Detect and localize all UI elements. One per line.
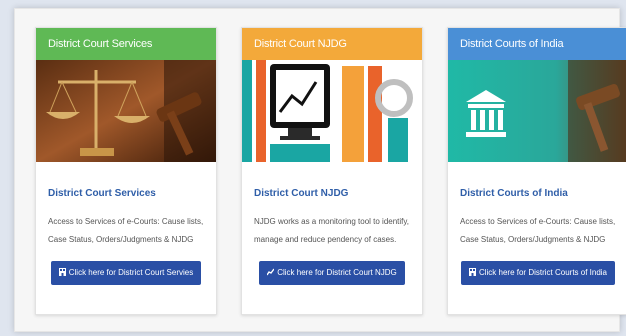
building-icon <box>58 268 66 276</box>
card-description: Access to Services of e-Courts: Cause li… <box>460 217 616 244</box>
district-court-njdg-button[interactable]: Click here for District Court NJDG <box>259 261 405 285</box>
card-header: District Court NJDG <box>242 28 422 60</box>
services-panel: District Court Services District Court S… <box>14 8 626 332</box>
chart-icon <box>267 268 275 276</box>
courthouse-gavel-image <box>448 60 626 162</box>
district-courts-of-india-button[interactable]: Click here for District Courts of India <box>460 261 616 285</box>
card-header: District Court Services <box>36 28 216 60</box>
card-district-court-services: District Court Services District Court S… <box>35 27 217 315</box>
card-district-court-njdg: District Court NJDG District Court NJDG … <box>241 27 423 315</box>
card-district-courts-of-india: District Courts of India District Courts… <box>447 27 626 315</box>
card-title: District Court NJDG <box>254 188 349 199</box>
building-icon <box>468 268 476 276</box>
card-title: District Courts of India <box>460 188 568 199</box>
card-description: NJDG works as a monitoring tool to ident… <box>254 217 410 244</box>
card-description: Access to Services of e-Courts: Cause li… <box>48 217 204 244</box>
button-label: Click here for District Courts of India <box>478 268 608 277</box>
card-header: District Courts of India <box>448 28 626 60</box>
button-label: Click here for District Court NJDG <box>277 268 397 277</box>
button-label: Click here for District Court Servies <box>68 268 194 277</box>
card-title: District Court Services <box>48 188 156 199</box>
monitoring-chart-image <box>242 60 422 162</box>
district-court-services-button[interactable]: Click here for District Court Servies <box>50 261 202 285</box>
justice-scales-gavel-image <box>36 60 216 162</box>
